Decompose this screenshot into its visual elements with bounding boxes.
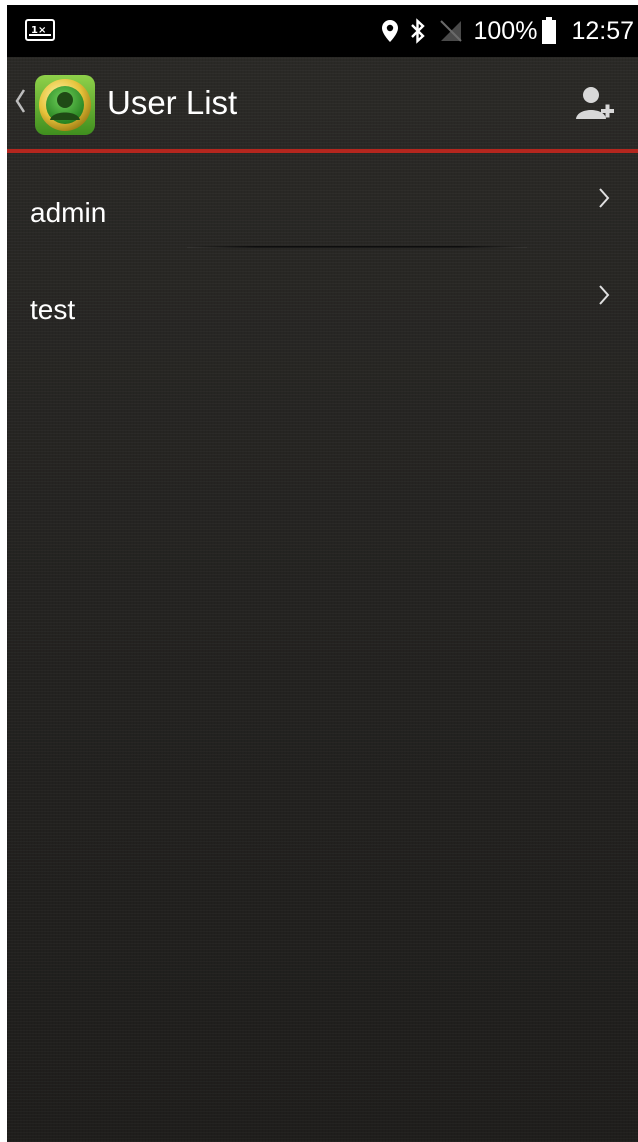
battery-full-icon — [542, 17, 557, 44]
chevron-right-icon — [599, 285, 610, 305]
svg-text:1×: 1× — [31, 25, 46, 36]
bluetooth-icon — [411, 18, 426, 44]
list-divider — [187, 246, 527, 248]
add-user-icon[interactable] — [574, 83, 616, 125]
status-bar: 1× 100% 12:57 — [7, 5, 638, 57]
user-name: admin — [30, 197, 107, 228]
user-name: test — [30, 294, 76, 325]
sim-card-error-icon: 1× — [25, 19, 55, 41]
list-item-admin[interactable]: admin — [7, 153, 638, 250]
page-title: User List — [107, 84, 238, 121]
user-list: admin test — [7, 153, 638, 347]
status-time: 12:57 — [571, 16, 634, 45]
app-screen: 1× 100% 12:57 User List admin test — [7, 5, 638, 1142]
no-signal-icon — [440, 20, 463, 42]
action-bar: User List — [7, 57, 638, 149]
list-item-test[interactable]: test — [7, 250, 638, 347]
location-icon — [382, 20, 399, 42]
status-icons: 100% 12:57 — [371, 5, 634, 57]
chevron-right-icon — [599, 188, 610, 208]
user-app-icon[interactable] — [33, 73, 97, 137]
battery-percent: 100% — [473, 16, 538, 45]
chevron-left-icon[interactable] — [14, 87, 26, 115]
